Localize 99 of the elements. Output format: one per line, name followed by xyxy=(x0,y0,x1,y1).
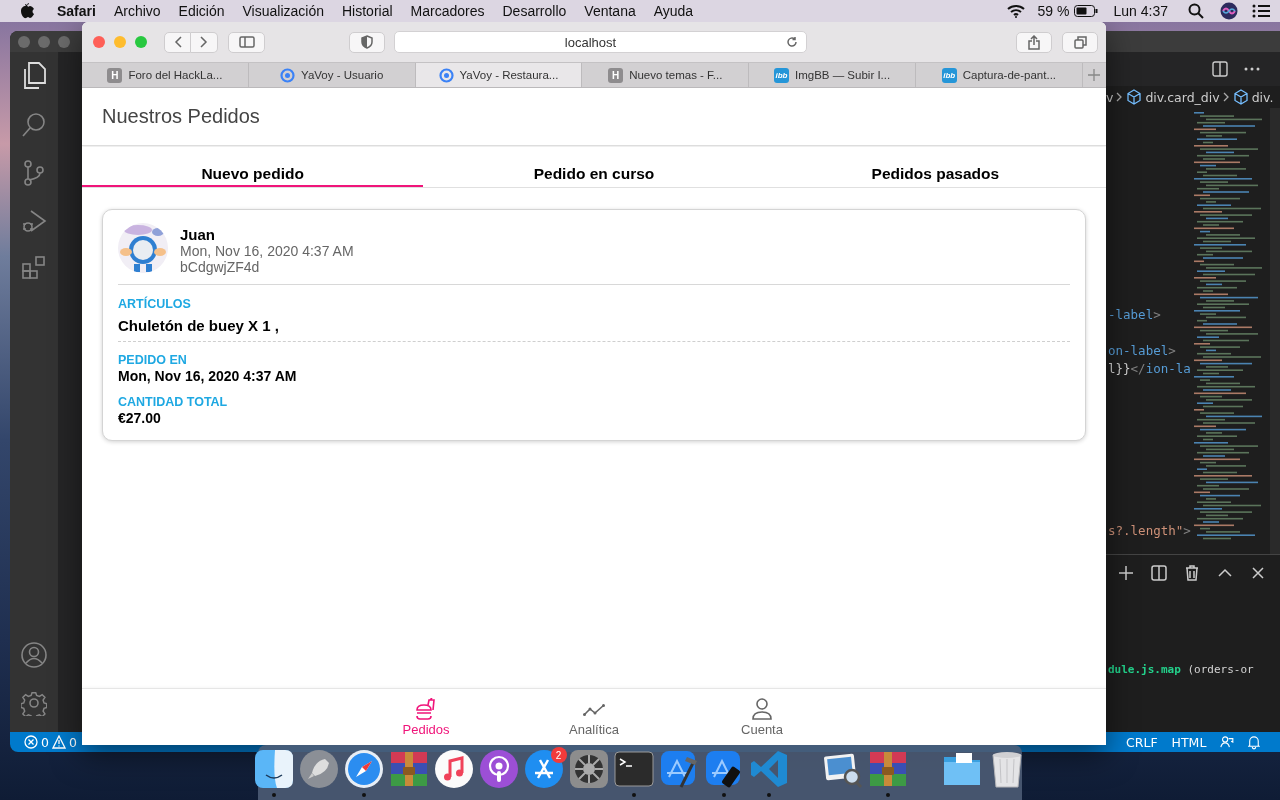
battery-icon[interactable] xyxy=(1073,5,1098,17)
chevron-icon xyxy=(1116,92,1124,102)
trash-icon[interactable] xyxy=(1184,565,1200,581)
warning-count[interactable]: 0 xyxy=(68,734,77,750)
finder-icon[interactable] xyxy=(253,749,294,789)
gear-icon[interactable] xyxy=(568,749,609,789)
siri-icon[interactable] xyxy=(1220,2,1238,20)
sidebar-button[interactable] xyxy=(228,31,265,53)
favicon: ibb xyxy=(773,67,789,83)
menu-item[interactable]: Ayuda xyxy=(644,3,703,19)
field-label: ARTÍCULOS xyxy=(118,297,192,311)
more-actions-icon[interactable] xyxy=(1244,67,1260,71)
feedback-icon[interactable] xyxy=(1220,734,1235,750)
source-branch-icon[interactable] xyxy=(22,160,46,186)
field-value: €27.00 xyxy=(118,410,162,426)
tabs-icon xyxy=(1073,35,1087,49)
field-label: PEDIDO EN xyxy=(118,353,188,367)
browser-tab[interactable]: ibb Captura-de-pant... xyxy=(916,63,1083,87)
field-label: CANTIDAD TOTAL xyxy=(118,395,229,409)
rocket-icon[interactable] xyxy=(298,749,339,789)
privacy-button[interactable] xyxy=(349,31,385,53)
files-icon[interactable] xyxy=(21,62,47,90)
scrollbar[interactable] xyxy=(1270,108,1280,554)
search-icon[interactable] xyxy=(1188,3,1204,19)
burger-drink-icon xyxy=(415,697,437,720)
segment-tab[interactable]: Nuevo pedido xyxy=(82,147,424,187)
breadcrumb-item[interactable]: div.card_div xyxy=(1145,89,1220,105)
field-value: Mon, Nov 16, 2020 4:37 AM xyxy=(118,368,298,384)
chevron-right-icon xyxy=(200,36,208,48)
app-menu[interactable]: Safari xyxy=(48,3,105,19)
cube-icon xyxy=(1126,89,1143,105)
podcast-icon[interactable] xyxy=(478,749,519,789)
menu-item[interactable]: Visualización xyxy=(233,3,333,19)
warning-icon[interactable] xyxy=(51,735,66,749)
favicon: ibb xyxy=(941,67,957,83)
reload-icon[interactable] xyxy=(786,36,798,48)
hammer-icon[interactable] xyxy=(658,749,699,789)
extensions-icon[interactable] xyxy=(22,256,46,280)
code-line: on-label> xyxy=(1108,342,1176,360)
address-field[interactable]: localhost xyxy=(394,31,807,53)
favicon: H xyxy=(608,67,624,83)
app-store-icon[interactable] xyxy=(523,749,564,789)
favicon xyxy=(280,67,296,83)
apple-icon[interactable] xyxy=(20,3,34,19)
terminal-icon[interactable] xyxy=(613,749,654,789)
tab-bar-item[interactable]: Pedidos xyxy=(342,689,510,745)
account-icon[interactable] xyxy=(21,642,47,668)
split-editor-icon[interactable] xyxy=(1212,61,1228,77)
breadcrumb-item[interactable]: v xyxy=(1106,89,1114,105)
menu-item[interactable]: Marcadores xyxy=(401,3,494,19)
cube-icon xyxy=(1232,89,1249,105)
browser-tab[interactable]: YaVoy - Restaura... xyxy=(415,63,583,87)
tab-overview-button[interactable] xyxy=(1062,31,1098,53)
sidebar-icon xyxy=(238,36,255,48)
wifi-icon[interactable] xyxy=(1005,4,1026,18)
settings-icon[interactable] xyxy=(21,690,47,716)
favicon: H xyxy=(107,67,123,83)
page-title: Nuestros Pedidos xyxy=(102,105,260,128)
share-icon xyxy=(1028,34,1040,50)
menu-item[interactable]: Archivo xyxy=(104,3,170,19)
order-code: bCdgwjZF4d xyxy=(180,259,261,275)
bell-icon[interactable] xyxy=(1248,734,1260,750)
menu-list-icon[interactable] xyxy=(1252,4,1270,18)
close-icon[interactable] xyxy=(1250,565,1266,581)
new-terminal-icon[interactable] xyxy=(1118,565,1134,581)
browser-tab[interactable]: H Nuevo temas - F... xyxy=(582,63,750,87)
chevron-icon xyxy=(1222,92,1230,102)
error-count[interactable]: 0 xyxy=(41,734,49,750)
terminal-line: dule.js.map (orders-or xyxy=(1107,663,1255,676)
clock[interactable]: Lun 4:37 xyxy=(1113,3,1168,19)
order-items: Chuletón de buey X 1 , xyxy=(118,317,1070,342)
favicon xyxy=(438,67,454,83)
share-button[interactable] xyxy=(1016,31,1052,53)
order-date: Mon, Nov 16, 2020 4:37 AM xyxy=(180,243,354,259)
code-line: l}}</ion-la xyxy=(1108,360,1191,378)
tab-bar-item[interactable]: Cuenta xyxy=(678,689,846,745)
browser-tab[interactable]: YaVoy - Usuario xyxy=(248,63,416,87)
compass-icon[interactable] xyxy=(343,749,384,789)
menu-item[interactable]: Historial xyxy=(333,3,402,19)
tab-bar-item[interactable]: Analítica xyxy=(510,689,678,745)
split-terminal-icon[interactable] xyxy=(1151,565,1167,581)
person-icon xyxy=(751,697,773,720)
menu-item[interactable]: Ventana xyxy=(575,3,645,19)
status-item[interactable]: HTML xyxy=(1171,734,1207,750)
music-note-icon[interactable] xyxy=(433,749,474,789)
menu-item[interactable]: Desarrollo xyxy=(493,3,576,19)
code-line: -label> xyxy=(1108,306,1161,324)
browser-tab[interactable]: ibb ImgBB — Subir I... xyxy=(749,63,916,87)
error-icon[interactable] xyxy=(24,735,38,749)
code-line: s?.length"> xyxy=(1108,522,1191,540)
chevron-left-icon xyxy=(173,36,182,48)
breadcrumb-item[interactable]: div. xyxy=(1251,89,1274,105)
menu-item[interactable]: Edición xyxy=(169,3,234,19)
battery-percentage: 59 % xyxy=(1037,3,1070,19)
shield-icon xyxy=(361,35,373,49)
browser-tab[interactable]: H Foro del HackLa... xyxy=(82,63,249,87)
status-item[interactable]: CRLF xyxy=(1126,734,1158,750)
customer-name: Juan xyxy=(180,226,216,243)
run-debug-icon[interactable] xyxy=(21,208,47,234)
